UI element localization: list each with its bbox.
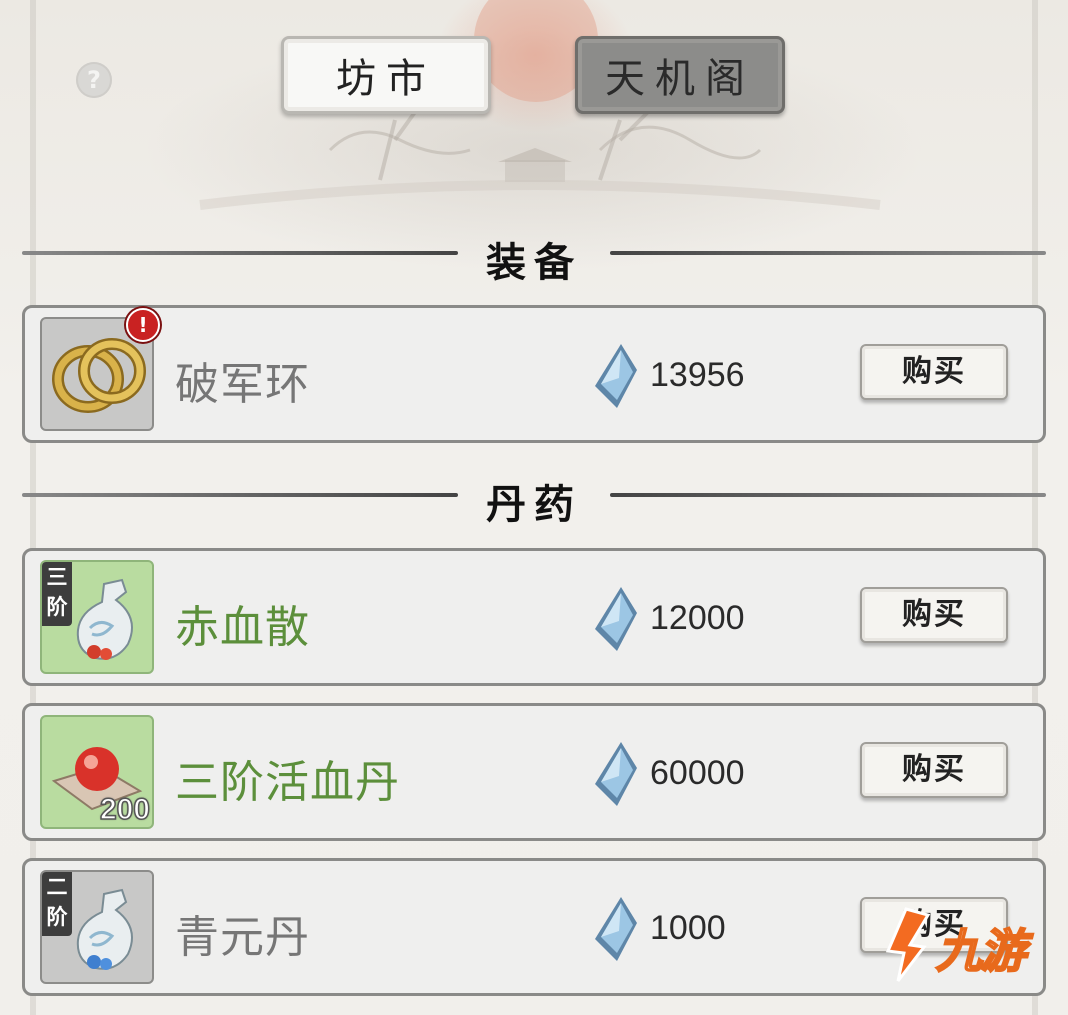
item-quantity: 200 [99, 792, 151, 827]
item-thumbnail[interactable]: 200 [40, 715, 154, 829]
item-price: 1000 [650, 909, 726, 947]
item-thumbnail[interactable]: 三阶 [40, 560, 154, 674]
section-title: 装备 [486, 239, 582, 286]
help-button[interactable]: ? [76, 62, 112, 98]
tab-tianji-pavilion[interactable]: 天机阁 [575, 36, 785, 114]
shop-item-card: ! 破军环 13956 购买 [22, 305, 1046, 443]
tab-tianji-pavilion-label: 天机阁 [605, 56, 755, 102]
section-header-equipment: 装备 [0, 228, 1068, 286]
tier-badge: 二阶 [42, 872, 72, 936]
divider-line [610, 493, 1046, 497]
buy-button[interactable]: 购买 [860, 742, 1008, 798]
item-name: 赤血散 [175, 602, 310, 653]
ink-landscape-scenery [199, 0, 881, 210]
item-price: 12000 [650, 599, 745, 637]
jiuyou-logo-icon [885, 907, 931, 982]
spirit-crystal-icon [595, 344, 637, 408]
spirit-crystal-icon [595, 742, 637, 806]
item-name: 破军环 [175, 359, 310, 410]
alert-badge-icon: ! [126, 308, 160, 342]
question-mark-icon: ? [87, 66, 101, 94]
item-price: 13956 [650, 356, 745, 394]
section-title: 丹药 [486, 481, 582, 528]
item-name: 三阶活血丹 [175, 757, 400, 808]
divider-line [610, 251, 1046, 255]
watermark: 九游 [876, 905, 1046, 985]
shop-item-card: 200 三阶活血丹 60000 购买 [22, 703, 1046, 841]
shop-item-card: 三阶 赤血散 12000 购买 [22, 548, 1046, 686]
spirit-crystal-icon [595, 587, 637, 651]
tab-market[interactable]: 坊市 [281, 36, 491, 114]
watermark-text: 九游 [935, 923, 1027, 979]
buy-button[interactable]: 购买 [860, 344, 1008, 400]
spirit-crystal-icon [595, 897, 637, 961]
tier-badge: 三阶 [42, 562, 72, 626]
item-name: 青元丹 [175, 912, 310, 963]
tab-market-label: 坊市 [336, 56, 436, 102]
buy-button[interactable]: 购买 [860, 587, 1008, 643]
item-price: 60000 [650, 754, 745, 792]
section-header-medicine: 丹药 [0, 470, 1068, 528]
item-thumbnail[interactable]: 二阶 [40, 870, 154, 984]
